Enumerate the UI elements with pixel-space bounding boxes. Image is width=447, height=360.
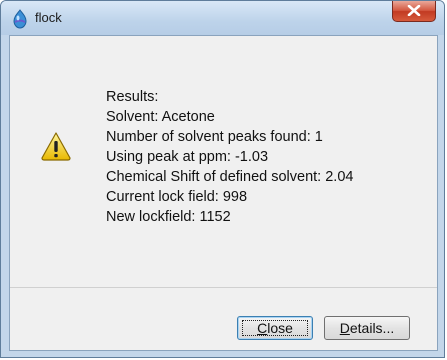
- window-title: flock: [35, 10, 62, 25]
- close-label-rest: lose: [267, 320, 293, 336]
- close-button[interactable]: Close: [237, 316, 313, 340]
- details-label-rest: etails...: [349, 320, 395, 336]
- warning-icon: [40, 131, 72, 161]
- message-line: Current lock field: 998: [106, 189, 248, 205]
- app-icon: [11, 9, 29, 29]
- details-button[interactable]: Details...: [324, 316, 410, 340]
- message-line: New lockfield: 1152: [106, 209, 231, 225]
- message-line: Solvent: Acetone: [106, 109, 215, 125]
- details-mnemonic: D: [339, 320, 350, 336]
- close-mnemonic: C: [257, 320, 268, 336]
- message-line: Number of solvent peaks found: 1: [106, 129, 323, 145]
- message-line: Using peak at ppm: -1.03: [106, 149, 269, 165]
- button-separator: [10, 287, 437, 288]
- close-icon: [407, 5, 421, 16]
- message-line: Results:: [106, 89, 159, 105]
- details-button-label: Details...: [340, 320, 394, 336]
- dialog-content: Results: Solvent: Acetone Number of solv…: [9, 35, 438, 351]
- title-bar[interactable]: flock: [1, 1, 444, 35]
- dialog-window: flock Results: Solvent: Acetone Number o…: [0, 0, 445, 358]
- close-button-label: Close: [257, 320, 293, 336]
- message-line: Chemical Shift of defined solvent: 2.04: [106, 169, 354, 185]
- window-close-button[interactable]: [392, 1, 436, 22]
- message-text: Results: Solvent: Acetone Number of solv…: [106, 87, 353, 227]
